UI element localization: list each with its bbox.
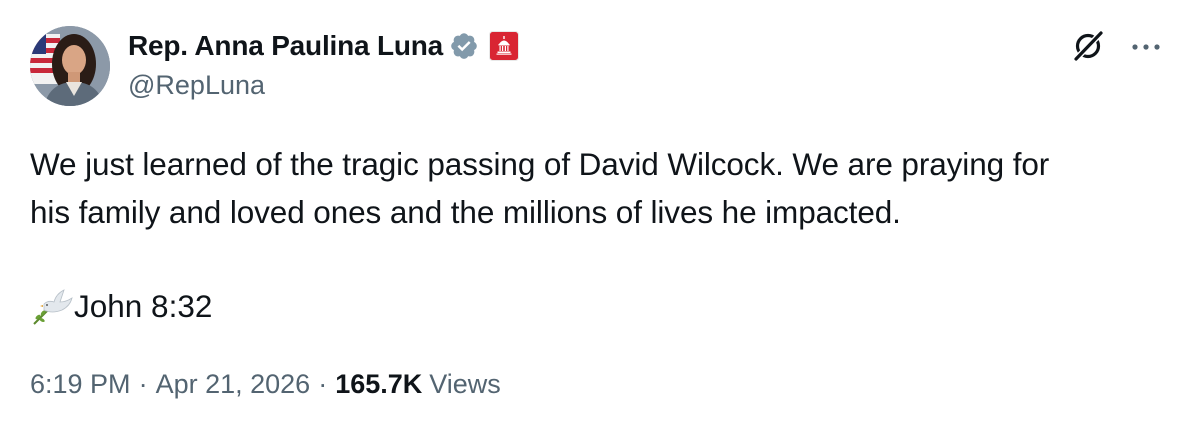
- verified-badge-icon[interactable]: [449, 31, 479, 61]
- more-options-button[interactable]: [1126, 28, 1166, 68]
- views-count[interactable]: 165.7K: [335, 369, 422, 400]
- views-label[interactable]: Views: [429, 369, 501, 400]
- tweet-card: Rep. Anna Paulina Luna @RepLuna We just …: [0, 0, 1192, 426]
- meta-separator: ·: [138, 368, 148, 399]
- meta-separator: ·: [318, 368, 328, 399]
- tweet-verse-line: John 8:32: [30, 284, 212, 328]
- dove-icon: [30, 284, 74, 328]
- grok-icon: [1070, 28, 1106, 69]
- more-options-icon: [1131, 39, 1161, 57]
- display-name[interactable]: Rep. Anna Paulina Luna: [128, 30, 443, 62]
- verse-text: John 8:32: [74, 287, 213, 324]
- tweet-meta: 6:19 PM · Apr 21, 2026 · 165.7K Views: [30, 364, 501, 404]
- author-handle[interactable]: @RepLuna: [128, 70, 265, 101]
- tweet-text-line-2: his family and loved ones and the millio…: [30, 194, 901, 230]
- us-capitol-affiliation-icon[interactable]: [489, 31, 520, 61]
- avatar-image: [30, 26, 110, 106]
- grok-button[interactable]: [1068, 28, 1108, 68]
- tweet-date[interactable]: Apr 21, 2026: [156, 369, 311, 400]
- tweet-text: We just learned of the tragic passing of…: [30, 140, 1170, 236]
- tweet-text-line-1: We just learned of the tragic passing of…: [30, 146, 1050, 182]
- author-name-row: Rep. Anna Paulina Luna: [128, 28, 520, 64]
- avatar[interactable]: [30, 26, 110, 106]
- tweet-time[interactable]: 6:19 PM: [30, 369, 131, 400]
